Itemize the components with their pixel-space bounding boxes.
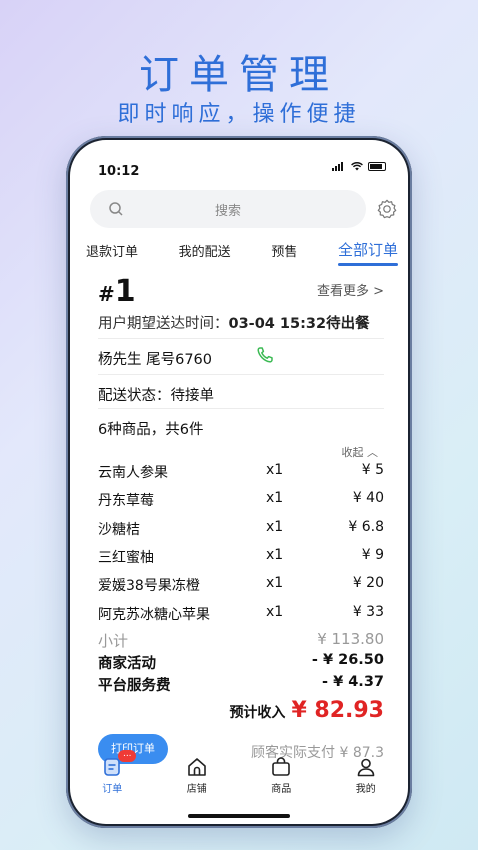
item-name: 三红蜜柚 <box>98 550 154 566</box>
item-price: ¥ 9 <box>361 547 384 563</box>
order-status: 待出餐 <box>326 316 370 332</box>
service-fee-value: - ¥ 4.37 <box>322 674 384 690</box>
nav-item-orders[interactable]: ... 订单 <box>82 750 142 802</box>
orders-badge: ... <box>118 750 137 762</box>
gear-icon[interactable] <box>376 198 398 220</box>
list-item: 阿克苏冰糖心苹果 x1 ¥ 33 <box>98 604 384 624</box>
item-qty: x1 <box>266 490 284 506</box>
list-item: 爱媛38号果冻橙 x1 ¥ 20 <box>98 575 384 595</box>
nav-item-profile[interactable]: 我的 <box>336 756 396 802</box>
status-icons <box>332 162 386 171</box>
item-name: 丹东草莓 <box>98 493 154 509</box>
item-name: 爱媛38号果冻橙 <box>98 578 200 594</box>
item-name: 沙糖桔 <box>98 522 140 538</box>
item-qty: x1 <box>266 604 284 620</box>
order-hash: # <box>98 282 115 306</box>
collapse-toggle[interactable]: 收起 ︿ <box>342 444 379 460</box>
profile-icon <box>357 758 375 777</box>
tab-presale[interactable]: 预售 <box>271 238 297 266</box>
expected-time-value: 03-04 15:32 <box>228 316 327 332</box>
item-qty: x1 <box>266 575 284 591</box>
expected-income: 预计收入 ¥ 82.93 <box>229 698 384 723</box>
item-price: ¥ 40 <box>352 490 384 506</box>
phone-call-icon[interactable] <box>256 346 274 364</box>
bottom-nav: ... 订单 店铺 商品 我的 <box>70 750 408 802</box>
subtotal-value: ¥ 113.80 <box>317 630 384 648</box>
app-screen: 10:12 搜索 退款订单 我的配送 预售 全部订单 #1 查看更多 > 用户期… <box>70 140 408 824</box>
status-bar: 10:12 <box>98 160 386 179</box>
divider <box>98 408 384 409</box>
search-icon <box>109 202 123 216</box>
customer-info: 杨先生 尾号6760 <box>98 352 213 368</box>
item-name: 阿克苏冰糖心苹果 <box>98 607 210 623</box>
tab-my-delivery[interactable]: 我的配送 <box>179 238 231 266</box>
item-name: 云南人参果 <box>98 465 168 481</box>
expected-time-label: 用户期望送达时间： <box>98 316 229 332</box>
subtotal-label: 小计 <box>98 632 129 650</box>
collapse-label: 收起 <box>341 446 364 459</box>
list-item: 丹东草莓 x1 ¥ 40 <box>98 490 384 510</box>
divider <box>98 374 384 375</box>
promo-label: 商家活动 <box>98 656 156 672</box>
signal-icon <box>332 162 346 171</box>
view-more-link[interactable]: 查看更多 > <box>317 280 384 299</box>
item-price: ¥ 33 <box>352 604 384 620</box>
tab-refund-orders[interactable]: 退款订单 <box>86 238 138 266</box>
tab-all-orders[interactable]: 全部订单 <box>337 238 398 266</box>
nav-label: 订单 <box>102 784 123 795</box>
nav-label: 商品 <box>271 784 292 795</box>
list-item: 沙糖桔 x1 ¥ 6.8 <box>98 519 384 539</box>
nav-label: 店铺 <box>186 784 207 795</box>
chevron-up-icon: ︿ <box>367 446 378 459</box>
goods-count: 6种商品，共6件 <box>98 422 204 438</box>
shop-icon <box>187 758 206 776</box>
nav-item-shop[interactable]: 店铺 <box>167 756 227 802</box>
promo-value: - ¥ 26.50 <box>311 652 384 668</box>
home-indicator <box>188 814 290 818</box>
income-label: 预计收入 <box>229 705 286 721</box>
search-row: 搜索 <box>90 190 398 230</box>
item-price: ¥ 5 <box>361 462 384 478</box>
nav-label: 我的 <box>355 784 376 795</box>
item-qty: x1 <box>266 547 284 563</box>
expected-time-row: 用户期望送达时间：03-04 15:32待出餐 <box>98 312 384 333</box>
promo-title: 订单管理 <box>139 52 339 98</box>
item-qty: x1 <box>266 462 284 478</box>
item-price: ¥ 6.8 <box>348 519 384 535</box>
status-time: 10:12 <box>98 164 140 179</box>
divider <box>98 338 384 339</box>
delivery-status: 配送状态：待接单 <box>98 388 214 404</box>
list-item: 云南人参果 x1 ¥ 5 <box>98 462 384 482</box>
order-number: #1 <box>98 274 136 309</box>
item-qty: x1 <box>266 519 284 535</box>
service-fee-label: 平台服务费 <box>98 678 171 694</box>
phone-frame: 10:12 搜索 退款订单 我的配送 预售 全部订单 #1 查看更多 > 用户期… <box>66 136 412 828</box>
wifi-icon <box>351 162 363 171</box>
battery-icon <box>368 162 386 171</box>
promo-subtitle: 即时响应，操作便捷 <box>117 102 361 127</box>
order-tabs: 退款订单 我的配送 预售 全部订单 <box>86 238 398 266</box>
search-placeholder: 搜索 <box>214 203 241 219</box>
nav-item-goods[interactable]: 商品 <box>251 756 311 802</box>
goods-icon <box>272 757 291 776</box>
order-number-value: 1 <box>114 274 136 309</box>
list-item: 三红蜜柚 x1 ¥ 9 <box>98 547 384 567</box>
search-input[interactable]: 搜索 <box>90 190 366 228</box>
item-price: ¥ 20 <box>352 575 384 591</box>
income-value: ¥ 82.93 <box>291 698 384 723</box>
